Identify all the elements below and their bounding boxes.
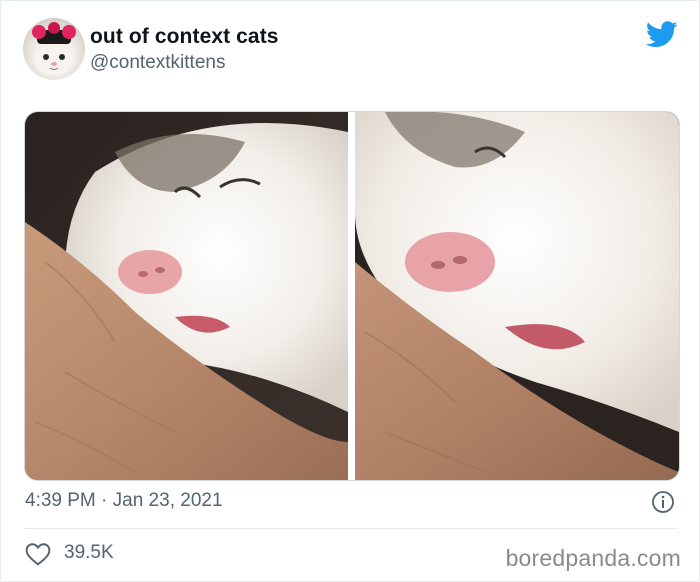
twitter-bird-icon[interactable] [646, 21, 678, 48]
info-icon[interactable] [651, 490, 675, 514]
tweet-timestamp[interactable]: 4:39 PM · Jan 23, 2021 [25, 490, 223, 512]
user-handle[interactable]: @contextkittens [90, 52, 225, 74]
tweet-card: out of context cats @contextkittens 4:39… [0, 0, 700, 582]
tweet-photo-1[interactable] [25, 112, 348, 480]
heart-icon[interactable] [25, 542, 51, 566]
tweet-media-grid [24, 111, 680, 481]
footer-divider [24, 528, 678, 529]
boredpanda-watermark: boredpanda.com [505, 545, 681, 571]
like-count[interactable]: 39.5K [64, 542, 114, 564]
avatar-hat [32, 22, 76, 44]
profile-avatar[interactable] [23, 18, 85, 80]
display-name[interactable]: out of context cats [90, 25, 279, 49]
avatar-cat-face [35, 45, 73, 75]
tweet-photo-2[interactable] [355, 112, 679, 480]
